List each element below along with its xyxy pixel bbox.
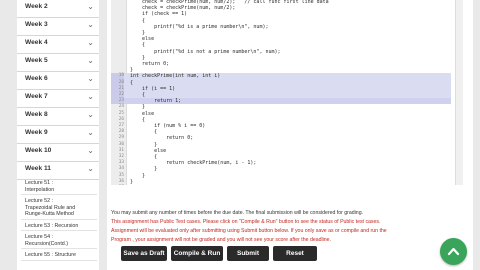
save-as-draft-button[interactable]: Save as Draft [121,246,167,261]
lecture-link-line[interactable]: Interpolation [25,187,54,194]
week-label: Week 11 [25,165,51,172]
chevron-down-icon: ⌄ [87,110,94,119]
code-editor[interactable]: check = checkPrime(num, num/2); // call … [111,0,451,185]
sidebar-week-item[interactable]: Week 5 ⌄ [17,54,99,72]
chevron-down-icon: ⌄ [87,56,94,65]
lecture-link[interactable]: Lecture 53 : Recursion [25,223,78,230]
sidebar-week-item[interactable]: Week 9 ⌄ [17,126,99,144]
public-testcase-warning: This assignment has Public Test cases. P… [111,219,381,225]
grading-warning: Program , your assignment will not be gr… [111,237,332,243]
week-label: Week 5 [25,57,48,64]
chevron-down-icon: ⌄ [87,146,94,155]
lecture-divider [21,230,97,231]
reset-button[interactable]: Reset [273,246,317,261]
lecture-link[interactable]: Lecture 55 : Structure [25,252,76,259]
editor-scrollbar[interactable] [455,0,463,185]
lecture-divider [21,248,97,249]
sidebar-week-item[interactable]: Week 7 ⌄ [17,90,99,108]
sidebar-week-item[interactable]: Week 3 ⌄ [17,18,99,36]
scroll-to-top-button[interactable] [440,238,467,265]
week-label: Week 10 [25,147,52,154]
week-list: Week 2 ⌄ Week 3 ⌄ Week 4 ⌄ Week 5 ⌄ Week 6 ⌄ Week … [17,0,99,180]
lecture-divider [21,194,97,195]
sidebar-week-item[interactable]: Week 6 ⌄ [17,72,99,90]
sidebar-week-item[interactable]: Week 8 ⌄ [17,108,99,126]
evaluation-warning: Assignment will be evaluated only after … [111,228,387,234]
sidebar-week-item[interactable]: Week 4 ⌄ [17,36,99,54]
compile-run-button[interactable]: Compile & Run [171,246,223,261]
sidebar-week-item[interactable]: Week 11 ⌄ [17,162,99,180]
week-label: Week 8 [25,111,48,118]
sidebar-week-item[interactable]: Week 10 ⌄ [17,144,99,162]
week-label: Week 2 [25,3,48,10]
lecture-divider [21,259,97,261]
chevron-down-icon: ⌄ [87,74,94,83]
assignment-panel: check = checkPrime(num, num/2); // call … [107,0,473,270]
chevron-down-icon: ⌄ [87,92,94,101]
week-label: Week 4 [25,39,48,46]
chevron-down-icon: ⌄ [87,128,94,137]
chevron-down-icon: ⌄ [87,20,94,29]
lecture-link-line[interactable]: Runge-Kutta Method [25,211,74,218]
submission-info-text: You may submit any number of times befor… [111,210,364,216]
chevron-down-icon: ⌄ [87,38,94,47]
chevron-up-icon [447,247,460,256]
sidebar-week-item[interactable]: Week 2 ⌄ [17,0,99,18]
week-label: Week 9 [25,129,48,136]
lecture-link-line[interactable]: Recursion(Contd.) [25,241,68,248]
week-label: Week 3 [25,21,48,28]
week-label: Week 7 [25,93,48,100]
submit-button[interactable]: Submit [227,246,269,261]
week-label: Week 6 [25,75,48,82]
chevron-down-icon: ⌄ [87,164,94,173]
action-bar: Save as Draft Compile & Run Submit Reset [121,246,321,261]
lecture-divider [21,218,97,220]
course-sidebar: Week 2 ⌄ Week 3 ⌄ Week 4 ⌄ Week 5 ⌄ Week 6 ⌄ Week … [17,0,99,270]
chevron-down-icon: ⌄ [87,2,94,11]
